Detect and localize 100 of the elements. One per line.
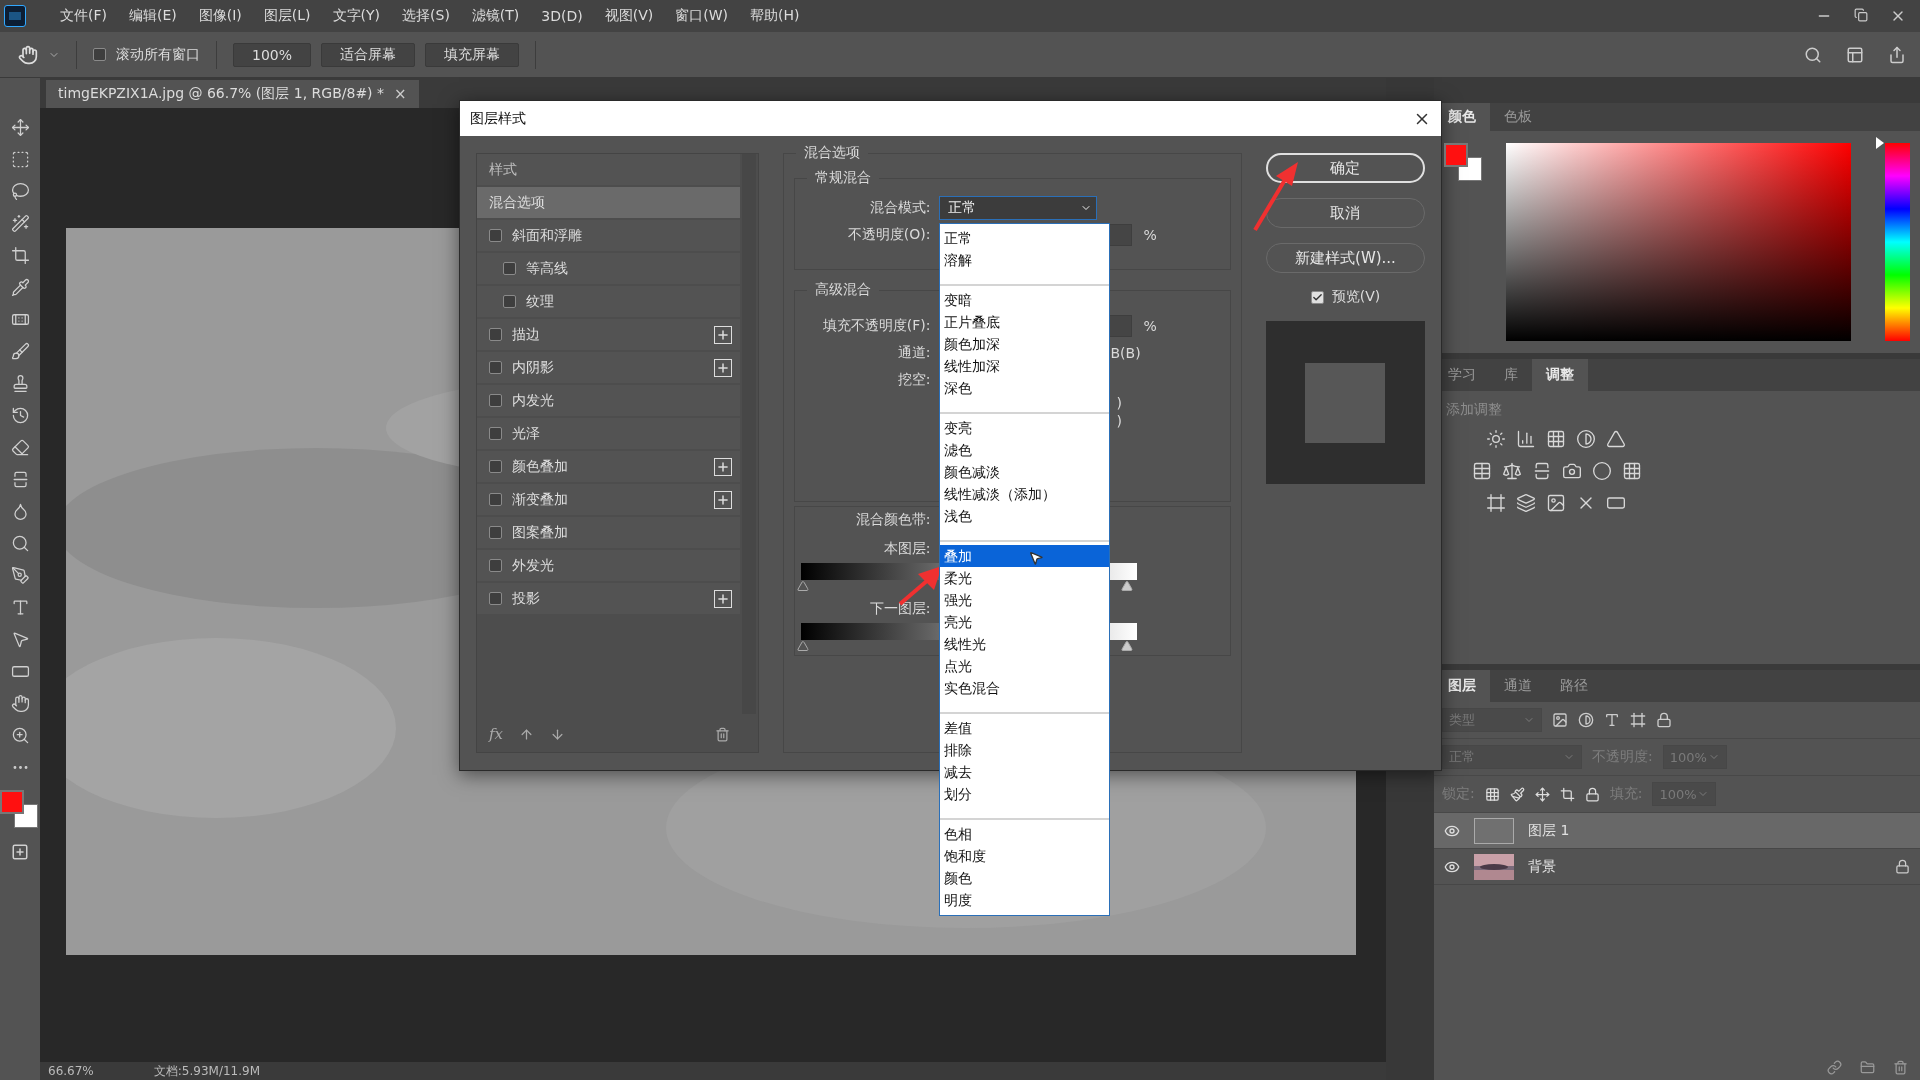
trash-icon[interactable] — [1893, 1059, 1908, 1075]
panel-tab[interactable]: 通道 — [1490, 670, 1546, 702]
checkbox[interactable] — [489, 394, 502, 407]
checkbox[interactable] — [489, 361, 502, 374]
close-tab-button[interactable]: × — [394, 85, 407, 103]
style-list-item[interactable]: 混合选项 — [477, 187, 740, 218]
add-button[interactable] — [713, 490, 732, 509]
histogram-icon[interactable] — [1516, 429, 1536, 449]
checkbox[interactable] — [503, 262, 516, 275]
menu-item[interactable]: 文件(F) — [50, 7, 117, 25]
checkbox[interactable] — [489, 328, 502, 341]
arrow-down-icon[interactable] — [550, 726, 565, 742]
color-swatches[interactable] — [1444, 143, 1484, 183]
link-icon[interactable] — [1827, 1059, 1842, 1075]
exposure-icon[interactable] — [1576, 429, 1596, 449]
checkbox[interactable] — [489, 559, 502, 572]
move-icon[interactable] — [10, 118, 30, 137]
checkbox[interactable] — [489, 427, 502, 440]
checkbox[interactable] — [489, 229, 502, 242]
checkbox[interactable] — [503, 295, 516, 308]
lock-icon[interactable] — [1584, 786, 1600, 802]
crop-icon[interactable] — [10, 246, 30, 265]
shape-icon[interactable] — [1630, 712, 1646, 728]
dialog-button[interactable]: 取消 — [1265, 198, 1425, 228]
add-button[interactable] — [713, 457, 732, 476]
hand-icon[interactable] — [18, 44, 38, 65]
add-button[interactable] — [713, 325, 732, 344]
slider-thumb[interactable] — [796, 580, 809, 592]
option-button[interactable]: 100% — [233, 42, 312, 67]
checkbox[interactable] — [489, 592, 502, 605]
style-list-item[interactable]: 投影 — [477, 583, 740, 614]
menu-item[interactable]: 视图(V) — [594, 7, 664, 25]
checker-icon[interactable] — [1484, 786, 1500, 802]
menu-item[interactable]: 文字(Y) — [322, 7, 391, 25]
scrollbar[interactable] — [741, 154, 756, 714]
search-icon[interactable] — [1804, 45, 1822, 64]
workspace-icon[interactable] — [1846, 45, 1864, 64]
hand-icon[interactable] — [10, 694, 30, 713]
brush-icon[interactable] — [10, 342, 30, 361]
marquee-icon[interactable] — [10, 150, 30, 169]
triangle-icon[interactable] — [1606, 429, 1626, 449]
brush-icon[interactable] — [1509, 786, 1525, 802]
menu-item[interactable]: 图层(L) — [253, 7, 321, 25]
checkbox[interactable] — [489, 526, 502, 539]
eraser-icon[interactable] — [10, 438, 30, 457]
style-list-item[interactable]: 等高线 — [477, 253, 740, 284]
restore-icon[interactable] — [1854, 8, 1868, 22]
dialog-button[interactable]: 新建样式(W)... — [1265, 243, 1425, 273]
pen-icon[interactable] — [10, 566, 30, 585]
menu-item[interactable]: 窗口(W) — [665, 7, 739, 25]
slider-thumb[interactable] — [1120, 580, 1133, 592]
slider-thumb[interactable] — [796, 640, 809, 652]
menu-option[interactable]: 叠加 — [939, 544, 1109, 567]
dialog-button[interactable]: 确定 — [1265, 153, 1425, 183]
style-list-item[interactable]: 外发光 — [477, 550, 740, 581]
lock-icon[interactable] — [1656, 712, 1672, 728]
menu-item[interactable]: 选择(S) — [392, 7, 460, 25]
type-icon[interactable] — [1604, 712, 1620, 728]
checkbox[interactable] — [93, 48, 106, 61]
style-list-item[interactable]: 渐变叠加 — [477, 484, 740, 515]
quick-mask-icon[interactable] — [11, 843, 29, 861]
style-list-item[interactable]: 描边 — [477, 319, 740, 350]
grid-icon[interactable] — [1622, 461, 1642, 481]
fx-button[interactable]: fx — [489, 725, 503, 743]
sun-icon[interactable] — [1486, 429, 1506, 449]
history-icon[interactable] — [10, 406, 30, 425]
image-icon[interactable] — [1552, 712, 1568, 728]
checkbox[interactable] — [1310, 290, 1324, 304]
style-list-item[interactable]: 颜色叠加 — [477, 451, 740, 482]
menu-item[interactable]: 帮助(H) — [740, 7, 810, 25]
blend-mode-select[interactable]: 正常 — [938, 195, 1097, 220]
checkbox[interactable] — [489, 493, 502, 506]
style-list-item[interactable]: 内发光 — [477, 385, 740, 416]
menu-item[interactable]: 编辑(E) — [119, 7, 187, 25]
menu-item[interactable]: 3D(D) — [531, 8, 593, 24]
checkbox[interactable] — [489, 460, 502, 473]
menu-item[interactable]: 滤镜(T) — [461, 7, 530, 25]
table-icon[interactable] — [1472, 461, 1492, 481]
panel-tab[interactable]: 色板 — [1490, 103, 1546, 131]
move-icon[interactable] — [1534, 786, 1550, 802]
style-list-item[interactable]: 内阴影 — [477, 352, 740, 383]
balance-icon[interactable] — [1502, 461, 1522, 481]
share-icon[interactable] — [1888, 45, 1906, 64]
add-button[interactable] — [713, 358, 732, 377]
frame-icon[interactable] — [1486, 493, 1506, 513]
lasso-icon[interactable] — [10, 182, 30, 201]
camera-icon[interactable] — [1562, 461, 1582, 481]
eyedropper-icon[interactable] — [10, 278, 30, 297]
trash-icon[interactable] — [714, 726, 730, 742]
hue-thumb[interactable] — [1876, 137, 1884, 149]
option-button[interactable]: 填充屏幕 — [425, 42, 520, 67]
add-button[interactable] — [713, 589, 732, 608]
image-icon[interactable] — [1546, 493, 1566, 513]
layers-icon[interactable] — [1516, 493, 1536, 513]
panel-tab[interactable]: 调整 — [1532, 359, 1588, 391]
panel-tab[interactable]: 路径 — [1546, 670, 1602, 702]
style-list-item[interactable]: 光泽 — [477, 418, 740, 449]
wand-icon[interactable] — [10, 214, 30, 233]
color-field[interactable] — [1506, 143, 1851, 341]
document-tab[interactable]: timgEKPZIX1A.jpg @ 66.7% (图层 1, RGB/8#) * × — [46, 80, 419, 108]
